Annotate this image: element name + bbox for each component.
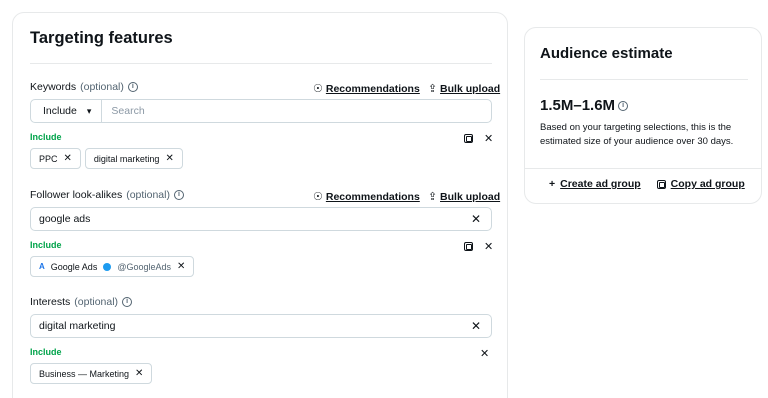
targeting-features-card: Targeting features Keywords (optional) i…: [12, 12, 508, 398]
copy-ad-group-label: Copy ad group: [670, 178, 745, 190]
side-bottom-divider: [525, 168, 761, 169]
keywords-row-actions: ✕: [464, 132, 493, 145]
keywords-label: Keywords (optional) i: [30, 81, 138, 93]
audience-estimate-title: Audience estimate: [540, 45, 673, 62]
info-icon[interactable]: i: [618, 100, 629, 111]
info-icon[interactable]: i: [127, 82, 138, 92]
recommendations-label: Recommendations: [325, 190, 420, 203]
chip-label: digital marketing: [93, 153, 160, 164]
lookalikes-actions: ☉ Recommendations ⇪ Bulk upload: [313, 190, 501, 204]
clear-input-icon[interactable]: ✕: [471, 319, 491, 333]
recommendations-icon: ☉: [313, 83, 323, 95]
lookalikes-bulk-upload-link[interactable]: ⇪ Bulk upload: [427, 190, 501, 204]
copy-ad-group-link[interactable]: Copy ad group: [656, 178, 745, 190]
bulk-upload-label: Bulk upload: [440, 82, 501, 95]
copy-icon[interactable]: [464, 134, 473, 143]
audience-estimate-card: Audience estimate 1.5M–1.6M i Based on y…: [524, 27, 762, 204]
lookalikes-label-text: Follower look-alikes: [30, 189, 123, 201]
keywords-include-label: Include: [30, 132, 62, 142]
bulk-upload-label: Bulk upload: [440, 190, 501, 203]
lookalikes-optional-text: (optional): [126, 189, 170, 201]
verified-badge-icon: [103, 262, 112, 271]
interests-input-value: digital marketing: [39, 320, 116, 332]
remove-chip-icon[interactable]: ✕: [135, 368, 143, 379]
google-ads-logo-icon: A: [39, 262, 45, 271]
lookalikes-include-label: Include: [30, 240, 62, 250]
keywords-chips: PPC ✕ digital marketing ✕: [30, 148, 183, 169]
keywords-label-text: Keywords: [30, 81, 77, 93]
close-icon[interactable]: ✕: [484, 240, 493, 253]
keywords-recommendations-link[interactable]: ☉ Recommendations: [313, 82, 420, 96]
keyword-chip: PPC ✕: [30, 148, 81, 169]
estimate-text: 1.5M–1.6M: [540, 97, 616, 114]
audience-estimate-value: 1.5M–1.6M i: [540, 97, 629, 114]
keywords-bulk-upload-link[interactable]: ⇪ Bulk upload: [427, 82, 501, 96]
info-icon[interactable]: i: [122, 297, 133, 307]
keywords-actions: ☉ Recommendations ⇪ Bulk upload: [313, 82, 501, 96]
copy-icon: [656, 179, 666, 189]
lookalikes-input-value: google ads: [39, 213, 91, 225]
interests-optional-text: (optional): [74, 296, 119, 308]
side-divider: [540, 79, 748, 80]
interests-include-label: Include: [30, 347, 62, 357]
copy-icon[interactable]: [464, 242, 473, 251]
recommendations-label: Recommendations: [325, 82, 420, 95]
chip-account-handle: @GoogleAds: [117, 261, 171, 272]
chip-label: Business — Marketing: [39, 368, 130, 379]
keyword-chip: digital marketing ✕: [84, 148, 183, 169]
include-select-value: Include: [43, 105, 77, 117]
interests-chips: Business — Marketing ✕: [30, 363, 153, 384]
include-select[interactable]: Include ▾: [31, 100, 103, 122]
lookalikes-input[interactable]: google ads ✕: [30, 207, 492, 231]
interests-label-text: Interests: [30, 296, 71, 308]
interests-row-actions: ✕: [480, 347, 489, 360]
chip-label: PPC: [39, 153, 58, 164]
account-chip: A Google Ads @GoogleAds ✕: [30, 256, 195, 277]
interests-input[interactable]: digital marketing ✕: [30, 314, 492, 338]
side-actions: + Create ad group Copy ad group: [549, 178, 745, 190]
title-divider: [30, 63, 492, 64]
close-icon[interactable]: ✕: [484, 132, 493, 145]
recommendations-icon: ☉: [313, 191, 323, 203]
plus-icon: +: [549, 178, 556, 190]
clear-input-icon[interactable]: ✕: [471, 212, 491, 226]
estimate-description: Based on your targeting selections, this…: [540, 122, 734, 147]
lookalikes-chips: A Google Ads @GoogleAds ✕: [30, 256, 195, 277]
lookalikes-label: Follower look-alikes (optional) i: [30, 189, 184, 201]
card-title: Targeting features: [30, 29, 173, 47]
remove-chip-icon[interactable]: ✕: [165, 153, 173, 164]
upload-icon: ⇪: [427, 83, 438, 95]
lookalikes-recommendations-link[interactable]: ☉ Recommendations: [313, 190, 420, 204]
keywords-input-group: Include ▾ Search: [30, 99, 492, 123]
remove-chip-icon[interactable]: ✕: [64, 153, 72, 164]
chip-account-name: Google Ads: [50, 261, 98, 272]
keywords-search-input[interactable]: Search: [102, 105, 144, 117]
interest-chip: Business — Marketing ✕: [30, 363, 153, 384]
upload-icon: ⇪: [427, 191, 438, 203]
info-icon[interactable]: i: [173, 190, 184, 200]
remove-chip-icon[interactable]: ✕: [177, 261, 185, 272]
create-ad-group-link[interactable]: + Create ad group: [549, 178, 641, 190]
create-ad-group-label: Create ad group: [560, 178, 641, 190]
chevron-down-icon: ▾: [86, 105, 92, 116]
keywords-optional-text: (optional): [80, 81, 124, 93]
close-icon[interactable]: ✕: [480, 347, 489, 360]
interests-label: Interests (optional) i: [30, 296, 133, 308]
lookalikes-row-actions: ✕: [464, 240, 493, 253]
